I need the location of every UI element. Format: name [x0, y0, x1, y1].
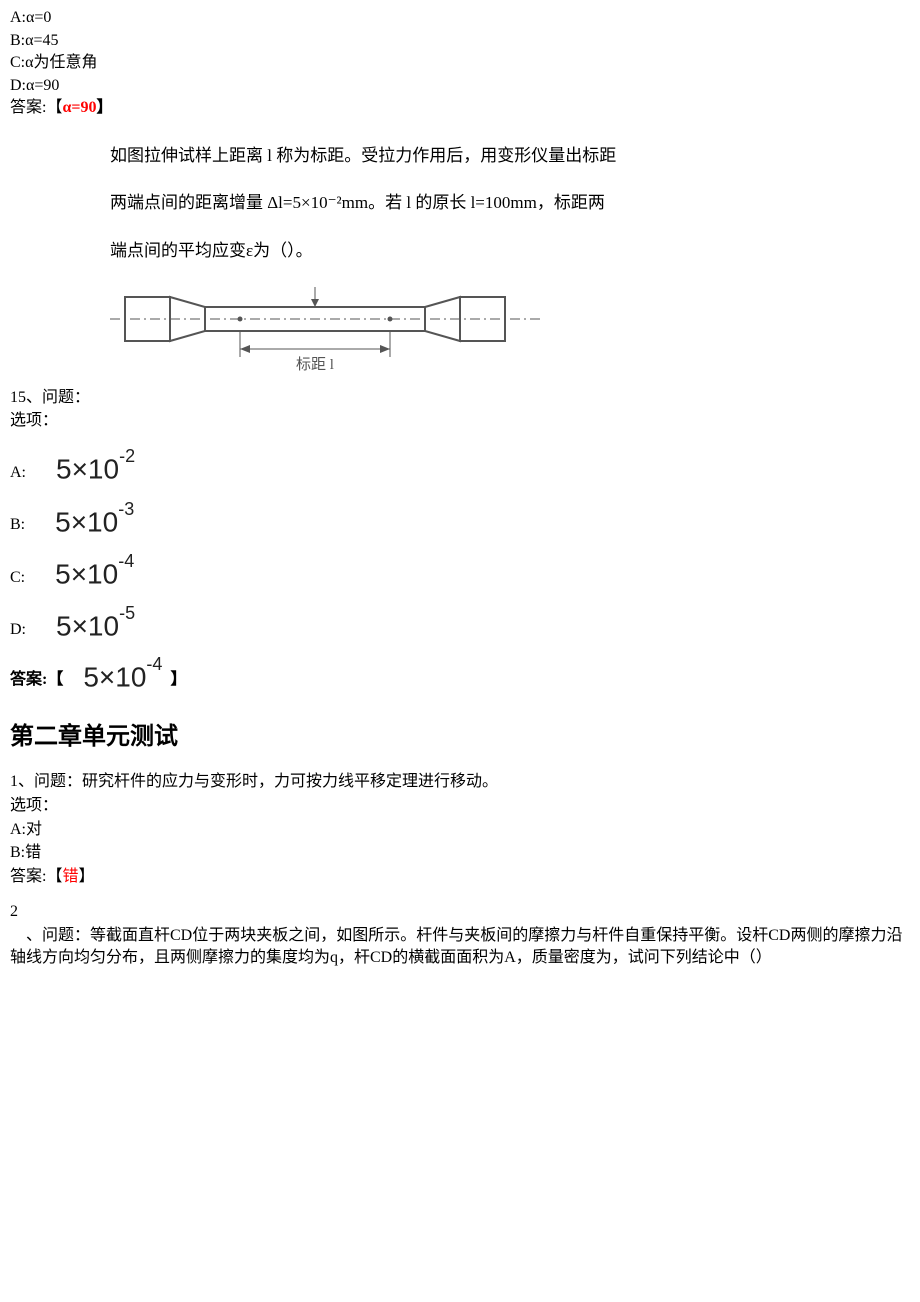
- q15-option-a-row: A: 5×10-2: [10, 453, 910, 483]
- c2q1-answer-value: 错: [62, 868, 78, 885]
- q15-option-a-expr: 5×10-2: [56, 453, 135, 483]
- q14-option-a: A:α=0: [10, 7, 910, 29]
- c2q1-options-label: 选项：: [10, 795, 910, 817]
- q14-option-c: C:α为任意角: [10, 52, 910, 74]
- q14-option-d: D:α=90: [10, 75, 910, 97]
- q14-answer-close: 】: [97, 99, 113, 116]
- q15-answer-expr: 5×10-4: [83, 661, 162, 691]
- q14-answer-label: 答案:【: [10, 99, 62, 116]
- c2q1-answer-close: 】: [78, 868, 94, 885]
- q15-prompt-line2: 两端点间的距离增量 Δl=5×10⁻²mm。若 l 的原长 l=100mm，标距…: [110, 184, 910, 221]
- q15-options-label: 选项：: [10, 410, 910, 432]
- q15-figure-block: 如图拉伸试样上距离 l 称为标距。受拉力作用后，用变形仪量出标距 两端点间的距离…: [110, 137, 910, 379]
- c2q2-text: 、问题：等截面直杆CD位于两块夹板之间，如图所示。杆件与夹板间的摩擦力与杆件自重…: [10, 925, 910, 968]
- q15-answer-label: 答案:【: [10, 669, 63, 691]
- q15-option-c-label: C:: [10, 567, 25, 589]
- tensile-specimen-icon: 标距 l: [110, 279, 540, 379]
- q15-number: 15、问题：: [10, 387, 910, 409]
- q15-option-c-row: C: 5×10-4: [10, 558, 910, 588]
- q15-option-b-expr: 5×10-3: [55, 506, 134, 536]
- q14-answer-row: 答案:【α=90】: [10, 97, 910, 119]
- c2q1-option-a: A:对: [10, 819, 910, 841]
- q15-option-b-row: B: 5×10-3: [10, 506, 910, 536]
- c2q2-number: 2: [10, 901, 910, 923]
- q15-prompt-line3: 端点间的平均应变ε为（）。: [110, 232, 910, 269]
- q15-option-d-label: D:: [10, 619, 26, 641]
- q15-answer-row: 答案:【 5×10-4 】: [10, 661, 910, 691]
- c2q1-answer-label: 答案:【: [10, 868, 62, 885]
- q15-option-c-expr: 5×10-4: [55, 558, 134, 588]
- q15-prompt-line1: 如图拉伸试样上距离 l 称为标距。受拉力作用后，用变形仪量出标距: [110, 137, 910, 174]
- chapter2-title: 第二章单元测试: [10, 721, 910, 753]
- c2q1-option-b: B:错: [10, 842, 910, 864]
- specimen-gauge-label: 标距 l: [296, 356, 334, 373]
- q15-answer-close: 】: [170, 669, 186, 691]
- q15-option-a-label: A:: [10, 462, 26, 484]
- c2q1-answer-row: 答案:【错】: [10, 866, 910, 888]
- q15-option-b-label: B:: [10, 514, 25, 536]
- q14-option-b: B:α=45: [10, 30, 910, 52]
- c2q1-line1: 1、问题：研究杆件的应力与变形时，力可按力线平移定理进行移动。: [10, 771, 910, 793]
- q14-answer-value: α=90: [62, 99, 96, 116]
- q15-option-d-row: D: 5×10-5: [10, 610, 910, 640]
- q15-option-d-expr: 5×10-5: [56, 610, 135, 640]
